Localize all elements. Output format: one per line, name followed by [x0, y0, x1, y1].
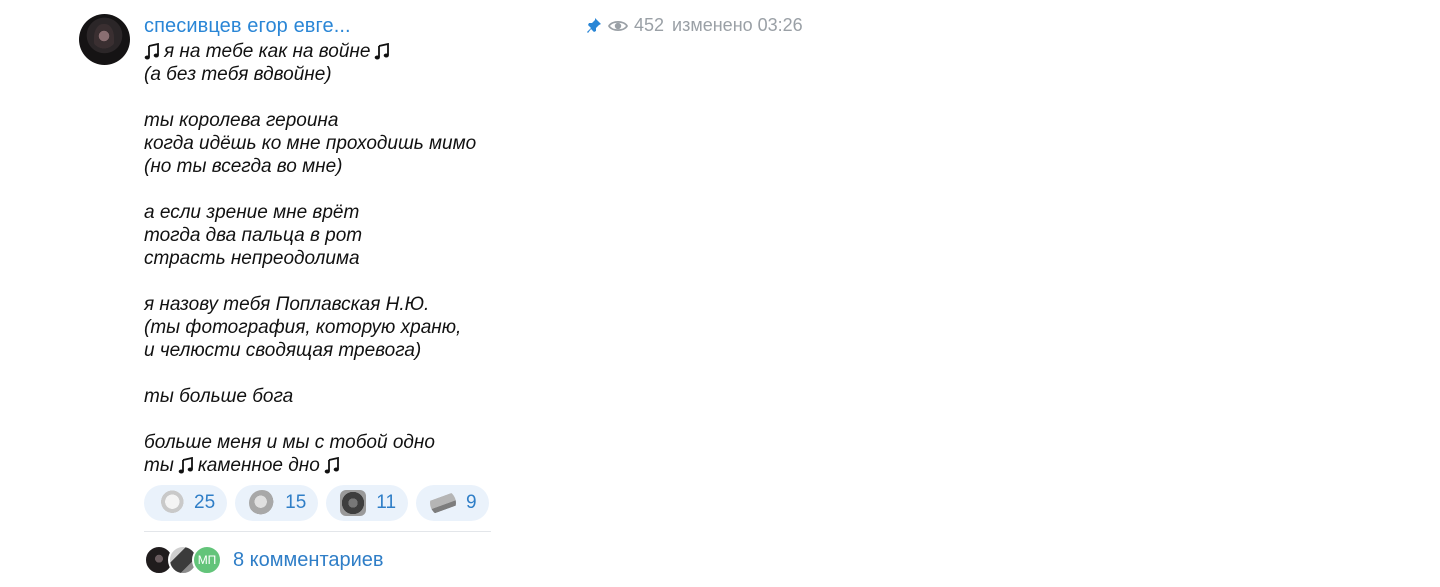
- text-line: ты королева героина: [144, 109, 704, 132]
- text-line-content: когда идёшь ко мне проходишь мимо: [144, 133, 477, 154]
- text-line-content: (ты фотография, которую храню,: [144, 317, 462, 338]
- text-line-content: (а без тебя вдвойне): [144, 64, 332, 85]
- text-line-content: тогда два пальца в рот: [144, 225, 363, 246]
- text-line: (а без тебя вдвойне): [144, 63, 704, 86]
- text-line-content: каменное дно: [197, 455, 320, 476]
- reaction-plane-icon: [430, 490, 457, 516]
- views-count: 452: [634, 15, 665, 35]
- post-text: я на тебе как на войне (а без тебя вдвойн…: [144, 40, 704, 477]
- text-line: ты каменное дно: [144, 454, 704, 477]
- text-line: страсть непреодолима: [144, 247, 704, 270]
- channel-post: спесивцев егор евге... 452 изменено 03:2…: [0, 0, 1440, 587]
- text-line: и челюсти сводящая тревога): [144, 339, 704, 362]
- text-line-content: ты больше бога: [144, 386, 294, 407]
- reaction-button[interactable]: 9: [416, 485, 489, 521]
- text-line-content: (но ты всегда во мне): [144, 156, 343, 177]
- text-line-content: и челюсти сводящая тревога): [144, 340, 422, 361]
- author-name[interactable]: спесивцев егор евге...: [144, 15, 351, 38]
- text-line: а если зрение мне врёт: [144, 201, 704, 224]
- text-line: когда идёшь ко мне проходишь мимо: [144, 132, 704, 155]
- reactions-bar: 25 15 11 9: [144, 485, 489, 521]
- text-line: я назову тебя Поплавская Н.Ю.: [144, 293, 704, 316]
- text-line-content: я назову тебя Поплавская Н.Ю.: [144, 294, 430, 315]
- reaction-count: 9: [466, 492, 477, 513]
- pin-icon: [587, 17, 601, 33]
- reaction-hand-icon: [158, 490, 184, 516]
- comments-link[interactable]: МП 8 комментариев: [144, 544, 384, 576]
- comments-count-label[interactable]: 8 комментариев: [233, 549, 384, 572]
- text-line-content: ты королева героина: [144, 110, 339, 131]
- author-avatar[interactable]: [79, 14, 130, 65]
- text-line: (но ты всегда во мне): [144, 155, 704, 178]
- commenter-avatar-initials: МП: [192, 545, 222, 575]
- reaction-button[interactable]: 25: [144, 485, 228, 521]
- reaction-button[interactable]: 11: [326, 485, 409, 521]
- text-line: (ты фотография, которую храню,: [144, 316, 704, 339]
- reaction-count: 15: [285, 492, 307, 513]
- text-line: я на тебе как на войне: [144, 40, 704, 63]
- text-line: больше меня и мы с тобой одно: [144, 431, 704, 454]
- post-meta: 452 изменено 03:26: [586, 15, 803, 36]
- music-note-icon: [178, 456, 193, 473]
- reaction-count: 25: [194, 492, 216, 513]
- music-note-icon: [144, 42, 159, 59]
- edited-label: изменено 03:26: [672, 15, 803, 35]
- text-line-content: а если зрение мне врёт: [144, 202, 360, 223]
- music-note-icon: [324, 456, 339, 473]
- music-note-icon: [375, 42, 390, 59]
- reaction-moon-icon: [249, 490, 276, 516]
- text-line-content: ты: [144, 455, 174, 476]
- reaction-button[interactable]: 15: [235, 485, 319, 521]
- divider: [144, 531, 491, 532]
- text-line-content: страсть непреодолима: [144, 248, 360, 269]
- text-line-content: я на тебе как на войне: [164, 41, 371, 62]
- reaction-count: 11: [376, 492, 397, 513]
- text-line: тогда два пальца в рот: [144, 224, 704, 247]
- text-line-content: больше меня и мы с тобой одно: [144, 432, 435, 453]
- post-header: спесивцев егор евге... 452 изменено 03:2…: [144, 14, 803, 40]
- eye-icon: [608, 20, 628, 31]
- reaction-photo-icon: [340, 490, 367, 516]
- text-line: ты больше бога: [144, 385, 704, 408]
